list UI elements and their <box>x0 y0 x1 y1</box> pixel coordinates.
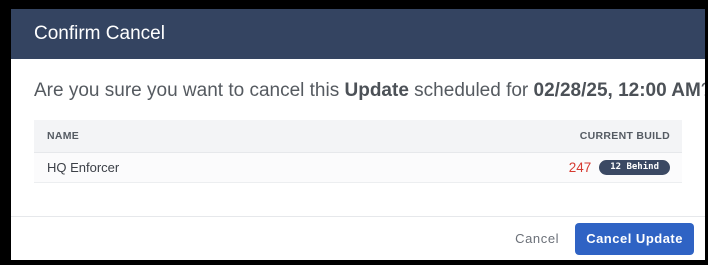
cancel-button[interactable]: Cancel <box>515 231 559 246</box>
table-row: HQ Enforcer 247 12 Behind <box>34 153 682 183</box>
confirmation-question: Are you sure you want to cancel this Upd… <box>34 79 705 103</box>
cancel-update-button[interactable]: Cancel Update <box>575 222 694 255</box>
confirm-cancel-dialog: Confirm Cancel Are you sure you want to … <box>11 9 705 260</box>
question-prefix: Are you sure you want to cancel this <box>34 80 345 101</box>
question-scheduled-time: 02/28/25, 12:00 AM <box>533 80 701 101</box>
build-number: 247 <box>568 160 592 175</box>
dialog-header: Confirm Cancel <box>11 9 705 59</box>
table-header-row: NAME CURRENT BUILD <box>34 120 682 153</box>
question-middle: scheduled for <box>408 80 534 101</box>
question-item-type: Update <box>344 80 409 101</box>
update-table: NAME CURRENT BUILD HQ Enforcer 247 12 Be… <box>34 120 682 183</box>
current-build-cell: 247 12 Behind <box>569 160 670 175</box>
builds-behind-badge: 12 Behind <box>599 160 670 175</box>
dialog-body: Are you sure you want to cancel this Upd… <box>11 79 705 183</box>
device-name-cell: HQ Enforcer <box>47 160 120 175</box>
dialog-footer: Cancel Cancel Update <box>11 216 705 260</box>
column-header-current-build: CURRENT BUILD <box>579 130 670 142</box>
question-suffix: ? <box>701 80 705 101</box>
dialog-title: Confirm Cancel <box>34 23 165 44</box>
column-header-name: NAME <box>47 130 80 142</box>
